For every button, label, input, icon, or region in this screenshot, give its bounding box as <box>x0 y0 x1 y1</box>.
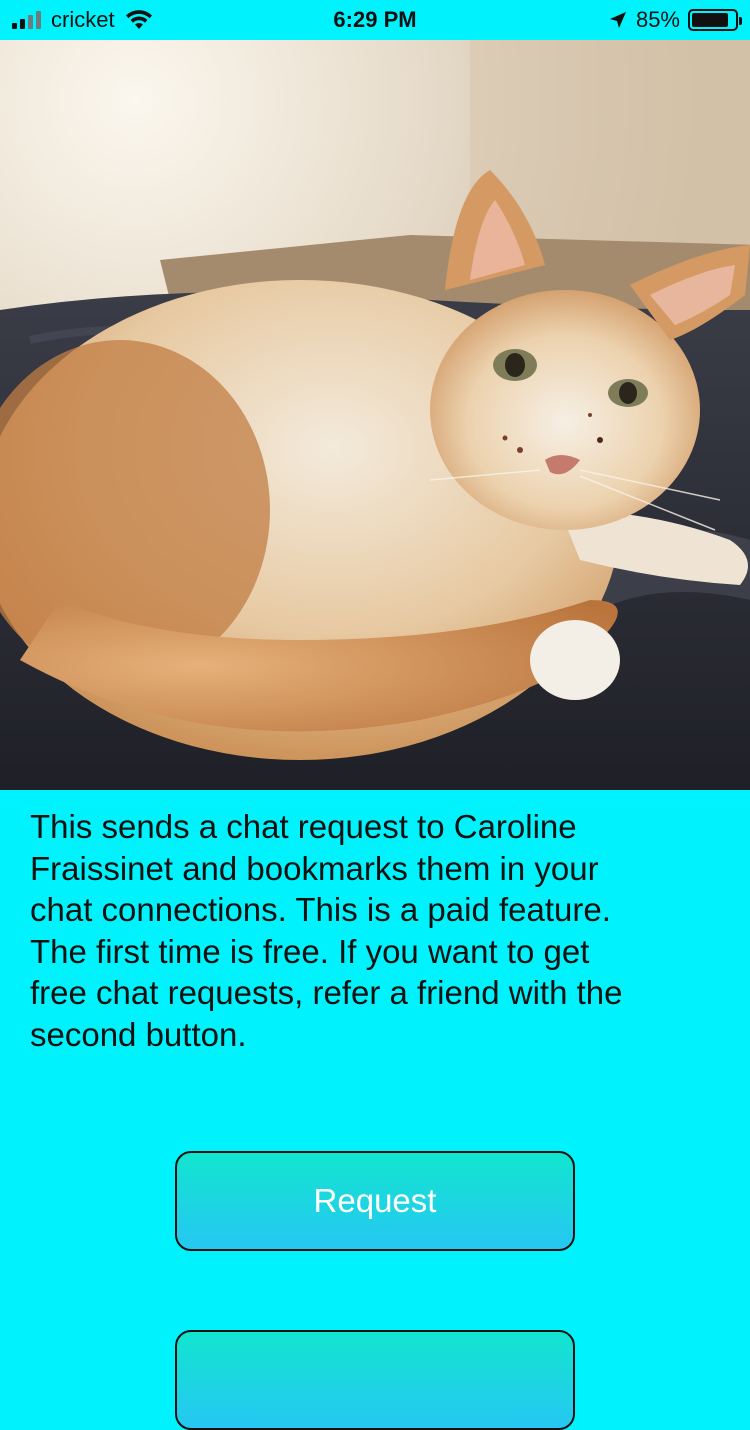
request-button[interactable]: Request <box>175 1151 575 1251</box>
chat-request-description: This sends a chat request to Caroline Fr… <box>30 808 623 1053</box>
cat-photo-image <box>0 40 750 790</box>
profile-photo <box>0 40 750 790</box>
battery-icon <box>688 9 742 31</box>
status-bar: cricket 6:29 PM 85% <box>0 0 750 40</box>
battery-fill <box>692 13 728 27</box>
status-right: 85% <box>608 0 742 40</box>
battery-percent: 85% <box>635 7 680 32</box>
location-arrow-icon <box>609 12 626 28</box>
request-button-label: Request <box>313 1182 437 1219</box>
refer-friend-button[interactable] <box>175 1330 575 1430</box>
